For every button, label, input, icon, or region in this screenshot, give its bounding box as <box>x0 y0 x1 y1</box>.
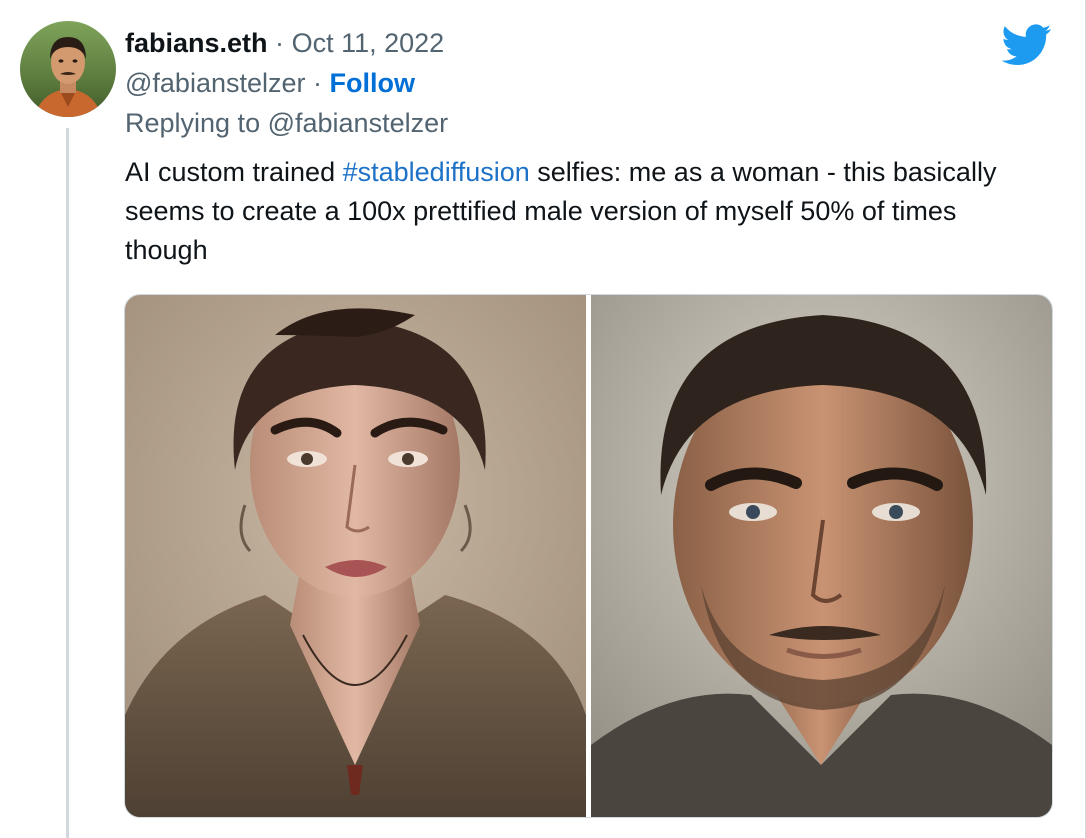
media-image-man[interactable] <box>591 295 1052 817</box>
reply-prefix: Replying to <box>125 108 268 138</box>
media-image-woman[interactable] <box>125 295 586 817</box>
reply-to-handle[interactable]: @fabianstelzer <box>268 108 449 138</box>
display-name[interactable]: fabians.eth <box>125 28 268 58</box>
avatar[interactable] <box>20 21 116 117</box>
user-handle[interactable]: @fabianstelzer <box>125 68 306 98</box>
tweet-page: fabians.eth · Oct 11, 2022 @fabianstelze… <box>0 0 1086 838</box>
reply-context: Replying to @fabianstelzer <box>125 107 448 139</box>
twitter-bird-icon[interactable] <box>1001 24 1052 66</box>
media-grid[interactable] <box>124 294 1053 818</box>
separator-dot: · <box>313 68 323 98</box>
handle-row: @fabianstelzer · Follow <box>125 67 415 99</box>
thread-connector-line <box>66 128 69 838</box>
hashtag-link[interactable]: #stablediffusion <box>343 157 530 187</box>
tweet-header: fabians.eth · Oct 11, 2022 <box>125 27 444 59</box>
tweet-date[interactable]: Oct 11, 2022 <box>292 28 445 58</box>
follow-button[interactable]: Follow <box>330 68 415 98</box>
tweet-text-before: AI custom trained <box>125 157 343 187</box>
tweet-text: AI custom trained #stablediffusion selfi… <box>125 153 1030 270</box>
separator-dot: · <box>275 28 285 58</box>
